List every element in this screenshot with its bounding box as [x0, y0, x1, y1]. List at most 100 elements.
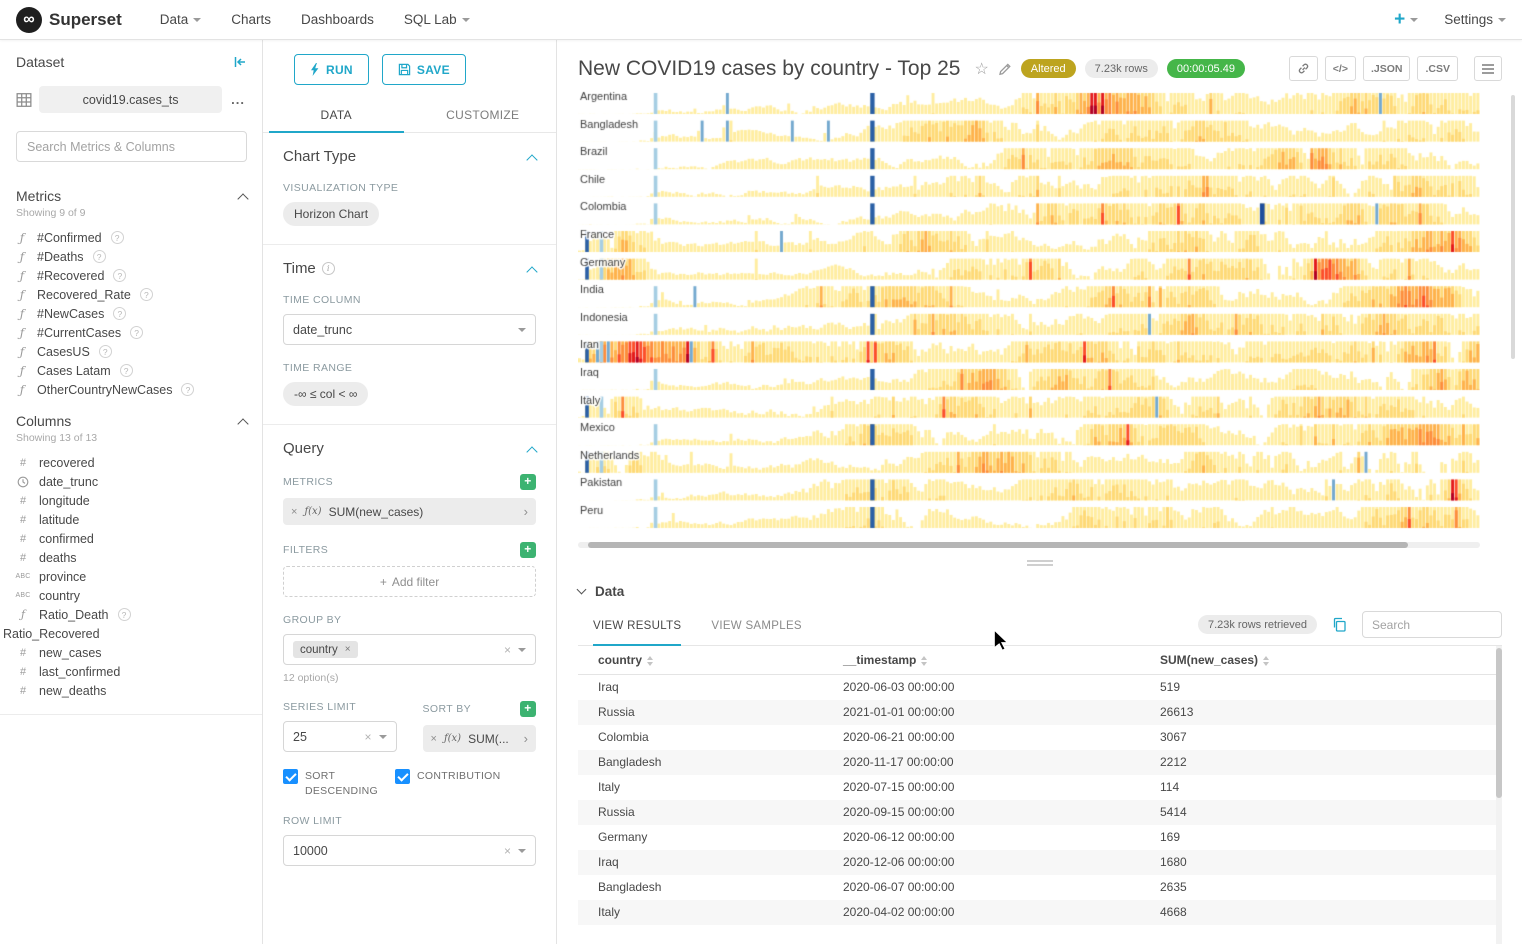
function-icon: ƒ [16, 307, 28, 321]
resize-handle[interactable] [557, 551, 1522, 575]
rows-retrieved-badge: 7.23k rows retrieved [1198, 615, 1317, 634]
metric-item[interactable]: ƒCasesUS? [16, 342, 247, 361]
add-filter-dropzone[interactable]: + Add filter [283, 566, 536, 597]
scrollbar-thumb[interactable] [588, 542, 1408, 548]
run-button[interactable]: RUN [294, 54, 369, 85]
results-search-input[interactable] [1362, 611, 1502, 638]
nav-item-label: Data [160, 12, 189, 27]
tab-customize[interactable]: CUSTOMIZE [410, 97, 557, 132]
column-item[interactable]: #recovered [16, 453, 247, 472]
altered-badge[interactable]: Altered [1021, 59, 1076, 78]
columns-section-header[interactable]: Columns [16, 413, 247, 429]
row-limit-select[interactable]: 10000 × [283, 835, 536, 866]
metrics-section-header[interactable]: Metrics [16, 188, 247, 204]
add-filter-label: Add filter [392, 575, 439, 589]
metric-item[interactable]: ƒCases Latam? [16, 361, 247, 380]
sort-by-chip[interactable]: × ƒ(x) SUM(... › [423, 725, 537, 752]
column-header-sum-new-cases-[interactable]: SUM(new_cases) [1160, 646, 1502, 675]
column-item[interactable]: #new_cases [16, 643, 247, 662]
chevron-up-icon[interactable] [526, 446, 537, 457]
nav-item-sql-lab[interactable]: SQL Lab [404, 12, 470, 27]
column-item[interactable]: #latitude [16, 510, 247, 529]
column-name: last_confirmed [39, 665, 120, 679]
metric-item[interactable]: ƒOtherCountryNewCases? [16, 380, 247, 399]
results-section-header[interactable]: Data [578, 575, 1502, 607]
save-button[interactable]: SAVE [382, 54, 466, 85]
metric-item[interactable]: ƒ#Confirmed? [16, 228, 247, 247]
column-item[interactable]: Ratio_Recovered [3, 624, 247, 643]
dataset-options-button[interactable]: ... [229, 92, 247, 107]
column-item[interactable]: #longitude [16, 491, 247, 510]
export-json-button[interactable]: .JSON [1363, 56, 1411, 81]
nav-item-data[interactable]: Data [160, 12, 202, 27]
edit-title-icon[interactable] [998, 62, 1012, 76]
chart-menu-button[interactable] [1474, 56, 1502, 81]
dataset-name[interactable]: covid19.cases_ts [39, 86, 222, 113]
chevron-up-icon[interactable] [526, 266, 537, 277]
metric-item[interactable]: ƒ#Deaths? [16, 247, 247, 266]
metric-item[interactable]: ƒ#NewCases? [16, 304, 247, 323]
column-item[interactable]: date_trunc [16, 472, 247, 491]
tab-data[interactable]: DATA [263, 97, 410, 132]
clear-icon[interactable]: × [364, 730, 371, 744]
group-by-select[interactable]: country× × [283, 634, 536, 665]
chart-vertical-scrollbar-thumb[interactable] [1511, 95, 1515, 359]
new-menu-button[interactable]: + [1394, 9, 1418, 31]
copy-link-button[interactable] [1289, 56, 1318, 81]
chevron-up-icon[interactable] [526, 154, 537, 165]
metrics-columns-search-input[interactable] [16, 131, 247, 162]
collapse-panel-icon[interactable] [233, 55, 247, 69]
chevron-right-icon[interactable]: › [524, 504, 528, 519]
metric-chip[interactable]: × ƒ(x) SUM(new_cases) › [283, 498, 536, 525]
remove-icon[interactable]: × [431, 733, 437, 745]
metric-item[interactable]: ƒ#CurrentCases? [16, 323, 247, 342]
results-section-title: Data [595, 584, 624, 599]
column-header-country[interactable]: country [578, 646, 843, 675]
add-metric-button[interactable]: + [520, 474, 536, 490]
column-item[interactable]: ƒRatio_Death? [16, 605, 247, 624]
embed-code-button[interactable]: </> [1325, 56, 1356, 81]
column-name: recovered [39, 456, 95, 470]
remove-icon[interactable]: × [345, 644, 351, 655]
clear-icon[interactable]: × [504, 643, 511, 657]
metric-item[interactable]: ƒRecovered_Rate? [16, 285, 247, 304]
contribution-checkbox[interactable]: CONTRIBUTION [395, 769, 501, 798]
app-body: Dataset covid19.cases_ts ... Metrics Sho… [0, 40, 1522, 944]
favorite-star-icon[interactable]: ☆ [974, 59, 988, 79]
settings-menu[interactable]: Settings [1444, 12, 1506, 27]
column-item[interactable]: #new_deaths [16, 681, 247, 700]
column-item[interactable]: #deaths [16, 548, 247, 567]
time-range-value[interactable]: -∞ ≤ col < ∞ [283, 382, 368, 406]
sort-descending-checkbox[interactable]: SORT DESCENDING [283, 769, 379, 798]
tab-view-samples[interactable]: VIEW SAMPLES [696, 607, 817, 645]
table-row: Iraq2020-06-03 00:00:00519 [578, 675, 1502, 700]
function-icon: ƒ [16, 288, 28, 302]
tab-view-results[interactable]: VIEW RESULTS [578, 607, 696, 645]
add-filter-button[interactable]: + [520, 542, 536, 558]
column-item[interactable]: #last_confirmed [16, 662, 247, 681]
column-item[interactable]: #confirmed [16, 529, 247, 548]
nav-item-charts[interactable]: Charts [231, 12, 271, 27]
table-cell: 4668 [1160, 900, 1502, 925]
add-sort-button[interactable]: + [520, 701, 536, 717]
column-item[interactable]: ABCprovince [16, 567, 247, 586]
series-limit-select[interactable]: 25 × [283, 721, 397, 752]
remove-icon[interactable]: × [291, 506, 297, 518]
viz-type-value[interactable]: Horizon Chart [283, 202, 379, 226]
chart-type-section-title: Chart Type [283, 148, 356, 165]
chevron-right-icon[interactable]: › [524, 731, 528, 746]
superset-home-link[interactable]: ∞ Superset [16, 7, 122, 33]
scrollbar-thumb[interactable] [1496, 648, 1502, 798]
copy-to-clipboard-icon[interactable] [1332, 617, 1347, 632]
column-item[interactable]: ABCcountry [16, 586, 247, 605]
horizon-chart-canvas[interactable] [578, 91, 1480, 533]
column-header--timestamp[interactable]: __timestamp [843, 646, 1160, 675]
time-column-select[interactable]: date_trunc [283, 314, 536, 345]
group-by-chip[interactable]: country× [293, 641, 358, 658]
export-csv-button[interactable]: .CSV [1417, 56, 1458, 81]
clear-icon[interactable]: × [504, 844, 511, 858]
metric-item[interactable]: ƒ#Recovered? [16, 266, 247, 285]
table-header-row: country__timestampSUM(new_cases) [578, 646, 1502, 675]
function-icon: ƒ [16, 345, 28, 359]
nav-item-dashboards[interactable]: Dashboards [301, 12, 374, 27]
